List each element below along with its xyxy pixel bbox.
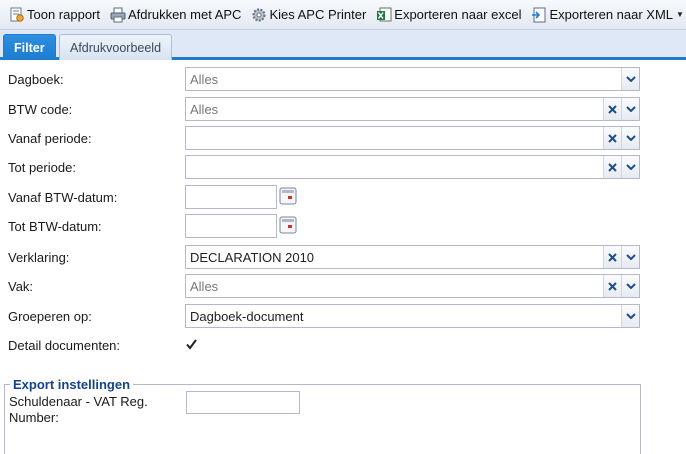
exporteren-naar-excel-button[interactable]: Exporteren naar excel	[373, 3, 524, 27]
dagboek-value: Alles	[190, 72, 219, 87]
tab-afdrukvoorbeeld[interactable]: Afdrukvoorbeeld	[59, 34, 173, 60]
export-settings-fieldset: Export instellingen Schuldenaar - VAT Re…	[4, 377, 641, 454]
dagboek-dropdown-trigger[interactable]	[621, 68, 639, 90]
toolbar: Toon rapport Afdrukken met APC Kies APC …	[0, 0, 686, 30]
vak-clear-button[interactable]	[603, 275, 621, 297]
chevron-down-icon	[625, 135, 636, 141]
clear-icon	[608, 162, 617, 172]
tot-btw-datum-field[interactable]	[185, 214, 277, 238]
dagboek-label: Dagboek:	[8, 72, 64, 87]
vanaf-periode-dropdown-trigger[interactable]	[621, 127, 639, 149]
excel-icon	[377, 7, 392, 21]
vanaf-btw-datum-label: Vanaf BTW-datum:	[8, 190, 118, 205]
detail-documenten-checkbox[interactable]	[185, 338, 198, 351]
btw-code-label: BTW code:	[8, 102, 73, 117]
vanaf-btw-datum-field[interactable]	[185, 185, 277, 209]
exporteren-naar-xml-button[interactable]: Exporteren naar XML ▼	[528, 3, 686, 27]
tot-btw-datum-label: Tot BTW-datum:	[8, 219, 102, 234]
chevron-down-icon	[625, 106, 636, 112]
chevron-down-icon[interactable]: ▼	[676, 10, 684, 19]
exporteren-naar-xml-label: Exporteren naar XML	[549, 7, 674, 22]
vanaf-periode-clear-button[interactable]	[603, 127, 621, 149]
vak-label: Vak:	[8, 279, 34, 294]
clear-icon	[608, 104, 617, 114]
btw-code-combo[interactable]: Alles	[185, 97, 640, 121]
kies-apc-printer-label: Kies APC Printer	[269, 7, 367, 22]
btw-code-clear-button[interactable]	[603, 98, 621, 120]
chevron-down-icon	[625, 283, 636, 289]
report-icon	[10, 7, 24, 22]
clear-icon	[608, 133, 617, 143]
tot-periode-clear-button[interactable]	[603, 156, 621, 178]
groeperen-op-value: Dagboek-document	[190, 309, 304, 324]
vanaf-periode-label: Vanaf periode:	[8, 131, 92, 146]
dagboek-combo[interactable]: Alles	[185, 67, 640, 91]
btw-code-dropdown-trigger[interactable]	[621, 98, 639, 120]
toon-rapport-label: Toon rapport	[27, 7, 100, 22]
vak-value: Alles	[190, 279, 219, 294]
toon-rapport-button[interactable]: Toon rapport	[6, 3, 103, 27]
tot-periode-combo[interactable]	[185, 155, 640, 179]
clear-icon	[608, 281, 617, 291]
vat-reg-number-field[interactable]	[186, 391, 300, 414]
btw-code-value: Alles	[190, 102, 219, 117]
vanaf-periode-combo[interactable]	[185, 126, 640, 150]
chevron-down-icon	[625, 76, 636, 82]
groeperen-op-combo[interactable]: Dagboek-document	[185, 304, 640, 328]
vak-dropdown-trigger[interactable]	[621, 275, 639, 297]
tot-periode-dropdown-trigger[interactable]	[621, 156, 639, 178]
verklaring-value: DECLARATION 2010	[190, 250, 315, 265]
exporteren-naar-excel-label: Exporteren naar excel	[394, 7, 522, 22]
vat-reg-number-label: Schuldenaar - VAT Reg. Number:	[9, 394, 148, 425]
kies-apc-printer-button[interactable]: Kies APC Printer	[248, 3, 369, 27]
vak-combo[interactable]: Alles	[185, 274, 640, 298]
groeperen-op-dropdown-trigger[interactable]	[621, 305, 639, 327]
afdrukken-met-apc-button[interactable]: Afdrukken met APC	[107, 3, 244, 27]
tab-filter[interactable]: Filter	[3, 34, 56, 60]
verklaring-combo[interactable]: DECLARATION 2010	[185, 245, 640, 269]
gear-icon	[252, 7, 267, 22]
xml-export-icon	[532, 7, 546, 22]
calendar-icon[interactable]	[279, 186, 298, 207]
afdrukken-met-apc-label: Afdrukken met APC	[128, 7, 242, 22]
groeperen-op-label: Groeperen op:	[8, 309, 92, 324]
detail-documenten-label: Detail documenten:	[8, 338, 121, 353]
chevron-down-icon	[625, 164, 636, 170]
clear-icon	[608, 252, 617, 262]
chevron-down-icon	[625, 254, 636, 260]
tab-bar: Filter Afdrukvoorbeeld	[0, 30, 686, 60]
export-settings-legend: Export instellingen	[10, 377, 134, 392]
tot-periode-label: Tot periode:	[8, 160, 76, 175]
verklaring-clear-button[interactable]	[603, 246, 621, 268]
chevron-down-icon	[625, 313, 636, 319]
verklaring-label: Verklaring:	[8, 250, 70, 265]
printer-icon	[110, 7, 126, 22]
verklaring-dropdown-trigger[interactable]	[621, 246, 639, 268]
calendar-icon[interactable]	[279, 215, 298, 236]
